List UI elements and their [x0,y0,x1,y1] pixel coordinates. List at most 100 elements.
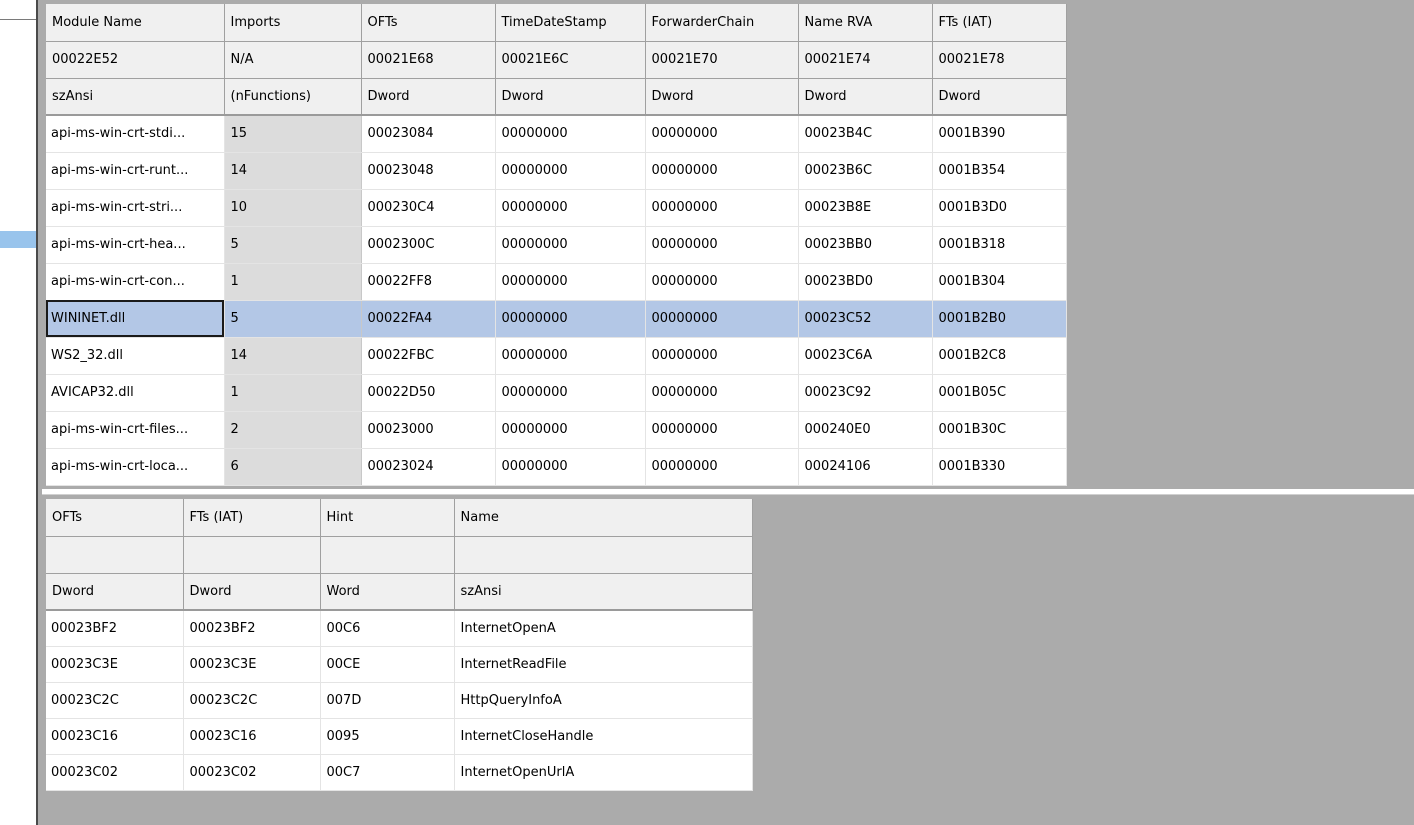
table-cell[interactable]: HttpQueryInfoA [454,682,753,719]
table-cell[interactable]: 00023C6A [798,337,933,375]
table-cell[interactable]: 00023BF2 [183,610,321,647]
table-cell[interactable]: 1 [224,263,362,301]
table-cell[interactable]: AVICAP32.dll [46,374,225,412]
table-cell[interactable]: 0001B330 [932,448,1067,486]
column-header[interactable]: Name [454,499,753,537]
column-header[interactable]: ForwarderChain [645,4,799,42]
table-cell[interactable]: 00023B6C [798,152,933,190]
table-cell[interactable]: 00C6 [320,610,455,647]
table-cell[interactable]: 00000000 [495,263,646,301]
table-cell[interactable]: 5 [224,300,362,338]
table-cell[interactable]: 00022FF8 [361,263,496,301]
module-row[interactable]: AVICAP32.dll 1 00022D50 00000000 00000000 000… [46,374,1067,412]
table-cell[interactable]: api-ms-win-crt-stdi... [46,115,225,153]
table-cell[interactable]: 00023B8E [798,189,933,227]
table-cell[interactable]: 007D [320,682,455,719]
table-cell[interactable]: 00000000 [495,115,646,153]
table-cell[interactable]: 000230C4 [361,189,496,227]
table-cell[interactable]: 00000000 [495,411,646,449]
table-cell[interactable]: api-ms-win-crt-runt... [46,152,225,190]
module-row[interactable]: api-ms-win-crt-hea... 5 0002300C 00000000 00… [46,226,1067,264]
table-cell[interactable]: 00000000 [645,189,799,227]
table-cell[interactable]: 0001B2C8 [932,337,1067,375]
table-cell[interactable]: 00023048 [361,152,496,190]
table-cell[interactable]: 00000000 [495,226,646,264]
table-cell[interactable]: 00022D50 [361,374,496,412]
table-cell[interactable]: 00000000 [645,337,799,375]
table-cell[interactable]: 00023C3E [46,646,184,683]
module-row[interactable]: api-ms-win-crt-stdi... 15 00023084 00000000… [46,115,1067,153]
function-row[interactable]: 00023C3E 00023C3E 00CE InternetReadFile [46,646,753,683]
function-row[interactable]: 00023C16 00023C16 0095 InternetCloseHandle [46,718,753,755]
table-cell[interactable]: InternetOpenUrlA [454,754,753,791]
column-header[interactable]: Name RVA [798,4,933,42]
table-cell[interactable]: 0001B318 [932,226,1067,264]
table-cell[interactable]: 00023BB0 [798,226,933,264]
table-cell[interactable]: 0002300C [361,226,496,264]
column-header[interactable]: OFTs [361,4,496,42]
module-row[interactable]: api-ms-win-crt-loca... 6 00023024 00000000 0… [46,448,1067,486]
table-cell[interactable]: 00023B4C [798,115,933,153]
table-cell[interactable]: 00000000 [645,374,799,412]
table-cell[interactable]: 0001B05C [932,374,1067,412]
table-cell[interactable]: 0001B3D0 [932,189,1067,227]
table-cell[interactable]: 00000000 [495,374,646,412]
tree-selected-item[interactable] [0,231,36,248]
module-row[interactable]: api-ms-win-crt-runt... 14 00023048 00000000… [46,152,1067,190]
table-cell[interactable]: 00000000 [495,337,646,375]
table-cell[interactable]: 00000000 [645,226,799,264]
module-row[interactable]: api-ms-win-crt-files... 2 00023000 00000000… [46,411,1067,449]
table-cell[interactable]: 00023C2C [183,682,321,719]
table-cell[interactable]: 00000000 [645,448,799,486]
table-cell[interactable]: 00023C2C [46,682,184,719]
table-cell[interactable]: 00023C16 [183,718,321,755]
column-header[interactable]: FTs (IAT) [932,4,1067,42]
table-cell[interactable]: 00000000 [645,263,799,301]
table-cell[interactable]: 00023C02 [46,754,184,791]
table-cell[interactable]: 5 [224,226,362,264]
table-cell[interactable]: InternetOpenA [454,610,753,647]
table-cell[interactable]: 00023024 [361,448,496,486]
table-cell[interactable]: api-ms-win-crt-stri... [46,189,225,227]
table-cell[interactable]: 15 [224,115,362,153]
table-cell[interactable]: 00000000 [495,189,646,227]
table-cell[interactable]: 0001B354 [932,152,1067,190]
table-cell[interactable]: api-ms-win-crt-con... [46,263,225,301]
table-cell[interactable]: InternetReadFile [454,646,753,683]
column-header[interactable]: FTs (IAT) [183,499,321,537]
table-cell[interactable]: 10 [224,189,362,227]
table-cell[interactable]: 00023C02 [183,754,321,791]
table-cell[interactable]: InternetCloseHandle [454,718,753,755]
column-header[interactable]: Hint [320,499,455,537]
table-cell[interactable]: api-ms-win-crt-files... [46,411,225,449]
table-cell[interactable]: 14 [224,337,362,375]
table-cell[interactable]: 1 [224,374,362,412]
function-row[interactable]: 00023BF2 00023BF2 00C6 InternetOpenA [46,610,753,647]
column-header[interactable]: Module Name [46,4,225,42]
table-cell[interactable]: 00000000 [645,300,799,338]
table-cell[interactable]: WININET.dll [46,300,225,338]
table-cell[interactable]: 00023000 [361,411,496,449]
table-cell[interactable]: 0095 [320,718,455,755]
column-header[interactable]: OFTs [46,499,184,537]
column-header[interactable]: Imports [224,4,362,42]
function-row[interactable]: 00023C02 00023C02 00C7 InternetOpenUrlA [46,754,753,791]
table-cell[interactable]: WS2_32.dll [46,337,225,375]
table-cell[interactable]: api-ms-win-crt-loca... [46,448,225,486]
table-cell[interactable]: 00023BD0 [798,263,933,301]
table-cell[interactable]: 00CE [320,646,455,683]
table-cell[interactable]: 0001B2B0 [932,300,1067,338]
table-cell[interactable]: 00023BF2 [46,610,184,647]
column-header[interactable]: TimeDateStamp [495,4,646,42]
module-row[interactable]: api-ms-win-crt-con... 1 00022FF8 00000000 00… [46,263,1067,301]
table-cell[interactable]: api-ms-win-crt-hea... [46,226,225,264]
table-cell[interactable]: 00022FA4 [361,300,496,338]
table-cell[interactable]: 00023084 [361,115,496,153]
function-row[interactable]: 00023C2C 00023C2C 007D HttpQueryInfoA [46,682,753,719]
table-cell[interactable]: 00000000 [645,152,799,190]
module-row[interactable]: WS2_32.dll 14 00022FBC 00000000 00000000 0002… [46,337,1067,375]
module-row[interactable]: api-ms-win-crt-stri... 10 000230C4 00000000… [46,189,1067,227]
table-cell[interactable]: 00023C3E [183,646,321,683]
table-cell[interactable]: 00000000 [495,300,646,338]
table-cell[interactable]: 000240E0 [798,411,933,449]
